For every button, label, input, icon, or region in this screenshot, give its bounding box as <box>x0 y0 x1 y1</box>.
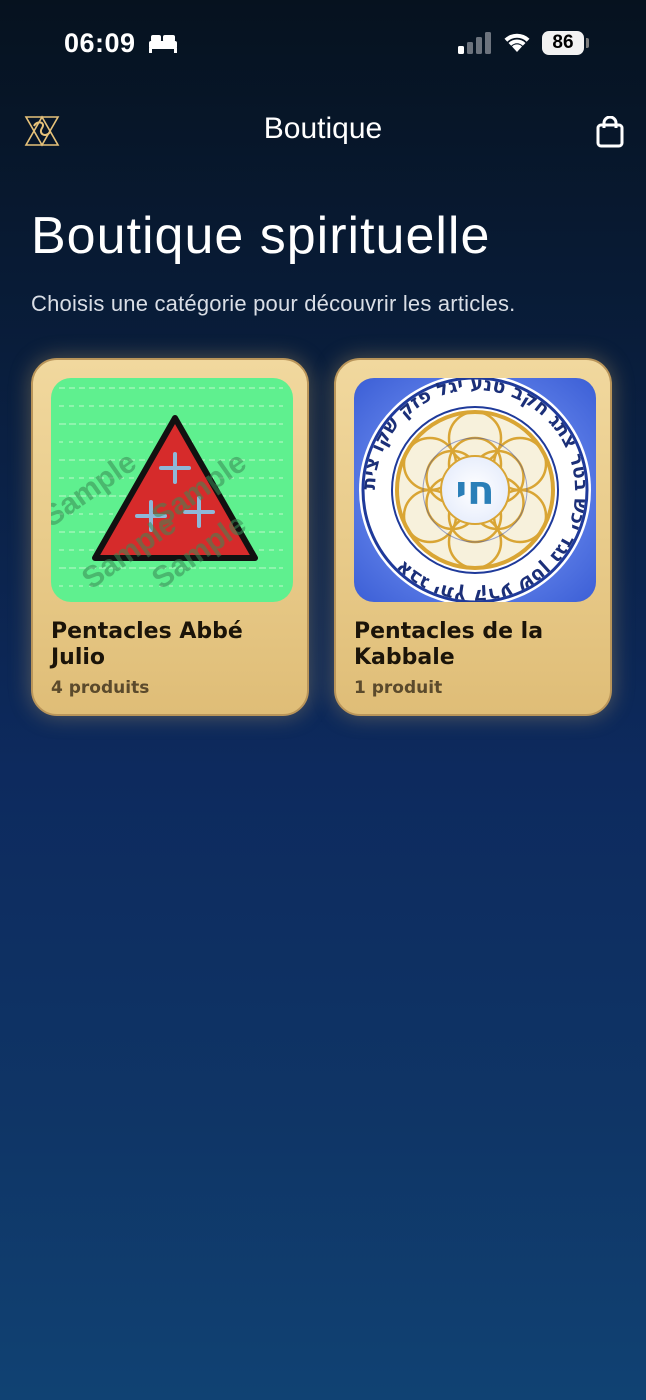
navigation-bar: Boutique <box>0 100 646 164</box>
category-product-count: 1 produit <box>354 678 443 698</box>
nav-title: Boutique <box>263 112 383 145</box>
status-time: 06:09 <box>64 28 136 58</box>
status-bar: 06:09 86 <box>0 0 646 88</box>
battery-cap <box>586 38 589 48</box>
kabbale-center-text: חי <box>455 468 494 514</box>
category-image-kabbale: אבג יתץ קרע שטן נגד יכש בטר צתג חקב טנע … <box>354 378 596 602</box>
page-subtitle: Choisis une catégorie pour découvrir les… <box>31 291 516 316</box>
category-image-abbe-julio: Sample Sample Sample Sample <box>51 378 293 602</box>
battery-icon: 86 <box>542 31 584 55</box>
shopping-bag-icon[interactable] <box>596 116 624 148</box>
wifi-icon <box>504 33 530 52</box>
category-title: Pentacles de la Kabbale <box>354 619 544 670</box>
category-title: Pentacles Abbé Julio <box>51 619 243 670</box>
page-title: Boutique spirituelle <box>31 207 491 265</box>
category-card-kabbale[interactable]: אבג יתץ קרע שטן נגד יכש בטר צתג חקב טנע … <box>334 358 612 716</box>
category-product-count: 4 produits <box>51 678 150 698</box>
cellular-signal-icon <box>458 32 491 54</box>
bed-icon <box>149 35 177 53</box>
category-card-abbe-julio[interactable]: Sample Sample Sample Sample Pentacles Ab… <box>31 358 309 716</box>
